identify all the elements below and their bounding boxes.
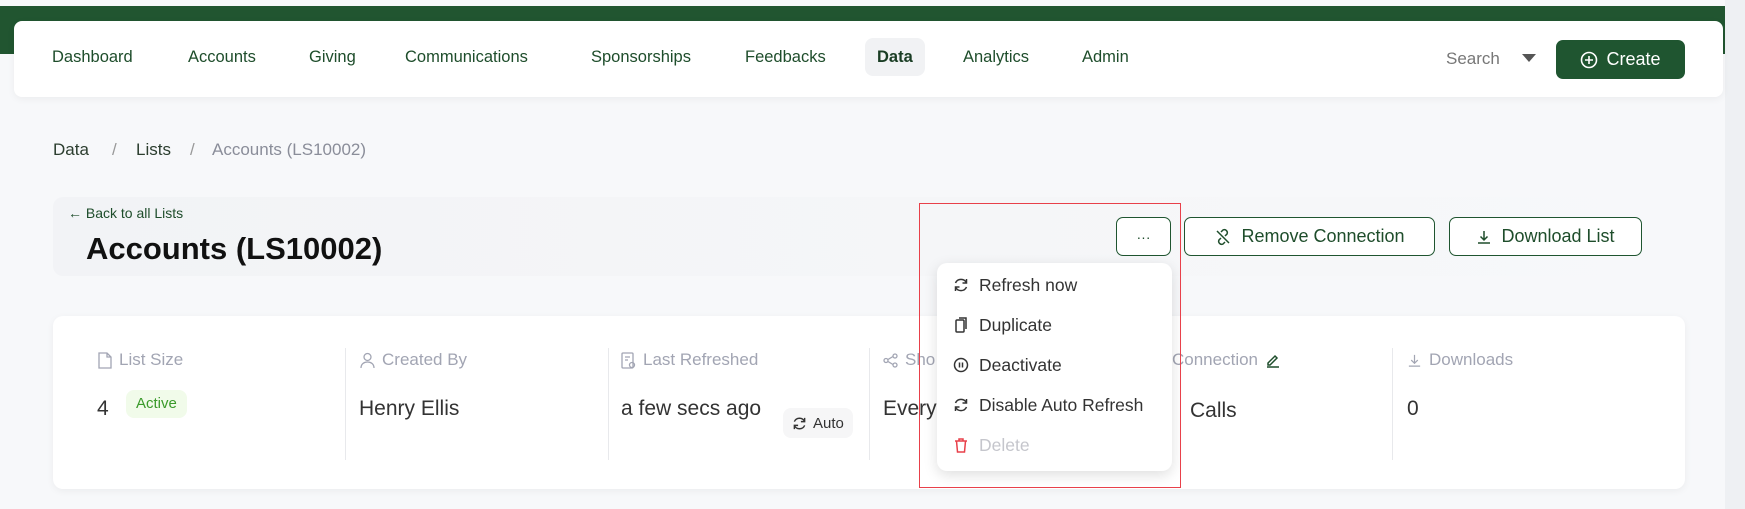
download-list-button[interactable]: Download List [1449, 217, 1642, 256]
edit-icon[interactable] [1265, 352, 1281, 368]
calendar-clock-icon [621, 351, 636, 369]
search-dropdown[interactable]: Search [1446, 49, 1500, 69]
nav-analytics[interactable]: Analytics [951, 38, 1041, 76]
list-size-label: List Size [98, 350, 183, 370]
nav-dashboard[interactable]: Dashboard [40, 38, 145, 76]
label-text: List Size [119, 350, 184, 369]
last-refreshed-value: a few secs ago [621, 397, 762, 420]
downloads-value: 0 [1407, 397, 1419, 420]
divider [345, 348, 346, 460]
back-link[interactable]: ← Back to all Lists [68, 205, 183, 221]
nav-communications[interactable]: Communications [393, 38, 540, 76]
highlight-box [919, 203, 1181, 488]
divider [1392, 348, 1393, 460]
download-icon [1476, 229, 1492, 245]
nav-admin[interactable]: Admin [1070, 38, 1141, 76]
nav-sponsorships[interactable]: Sponsorships [579, 38, 703, 76]
remove-connection-button[interactable]: Remove Connection [1184, 217, 1435, 256]
auto-label: Auto [813, 414, 844, 432]
created-by-label: Created By [360, 350, 467, 370]
divider [608, 348, 609, 460]
create-label: Create [1606, 49, 1661, 69]
last-refreshed-label: Last Refreshed [621, 350, 758, 370]
breadcrumb-lists[interactable]: Lists [136, 140, 171, 160]
file-icon [98, 351, 112, 369]
nav-accounts[interactable]: Accounts [176, 38, 268, 76]
downloads-label: Downloads [1407, 350, 1513, 370]
breadcrumb-sep: / [112, 140, 117, 159]
breadcrumb-sep: / [190, 140, 195, 159]
create-button[interactable]: Create [1556, 40, 1685, 79]
status-badge: Active [126, 390, 187, 418]
caret-down-icon[interactable] [1522, 54, 1536, 62]
user-icon [360, 352, 375, 369]
created-by-value: Henry Ellis [359, 397, 460, 420]
page-title: Accounts (LS10002) [86, 231, 383, 266]
download-icon [1407, 353, 1422, 368]
plus-circle-icon [1580, 51, 1598, 69]
breadcrumb-data[interactable]: Data [53, 140, 89, 160]
page-edge [1725, 0, 1745, 509]
share-icon [883, 352, 898, 368]
nav-data[interactable]: Data [865, 38, 925, 76]
list-size-value: 4 [97, 397, 109, 420]
nav-giving[interactable]: Giving [297, 38, 368, 76]
divider [869, 348, 870, 460]
download-list-label: Download List [1501, 226, 1615, 246]
connection-value: Calls [1190, 399, 1237, 422]
label-text: Downloads [1429, 350, 1514, 369]
back-label: Back to all Lists [85, 205, 184, 221]
label-text: Last Refreshed [643, 350, 759, 369]
unlink-icon [1214, 228, 1232, 246]
label-text: Created By [382, 350, 468, 369]
refresh-icon [792, 416, 807, 431]
connection-label: Connection [1172, 350, 1281, 370]
nav-feedbacks[interactable]: Feedbacks [733, 38, 838, 76]
label-text: Connection [1172, 350, 1259, 369]
breadcrumb-current: Accounts (LS10002) [212, 140, 367, 159]
remove-connection-label: Remove Connection [1241, 226, 1405, 246]
auto-refresh-badge: Auto [783, 408, 853, 438]
